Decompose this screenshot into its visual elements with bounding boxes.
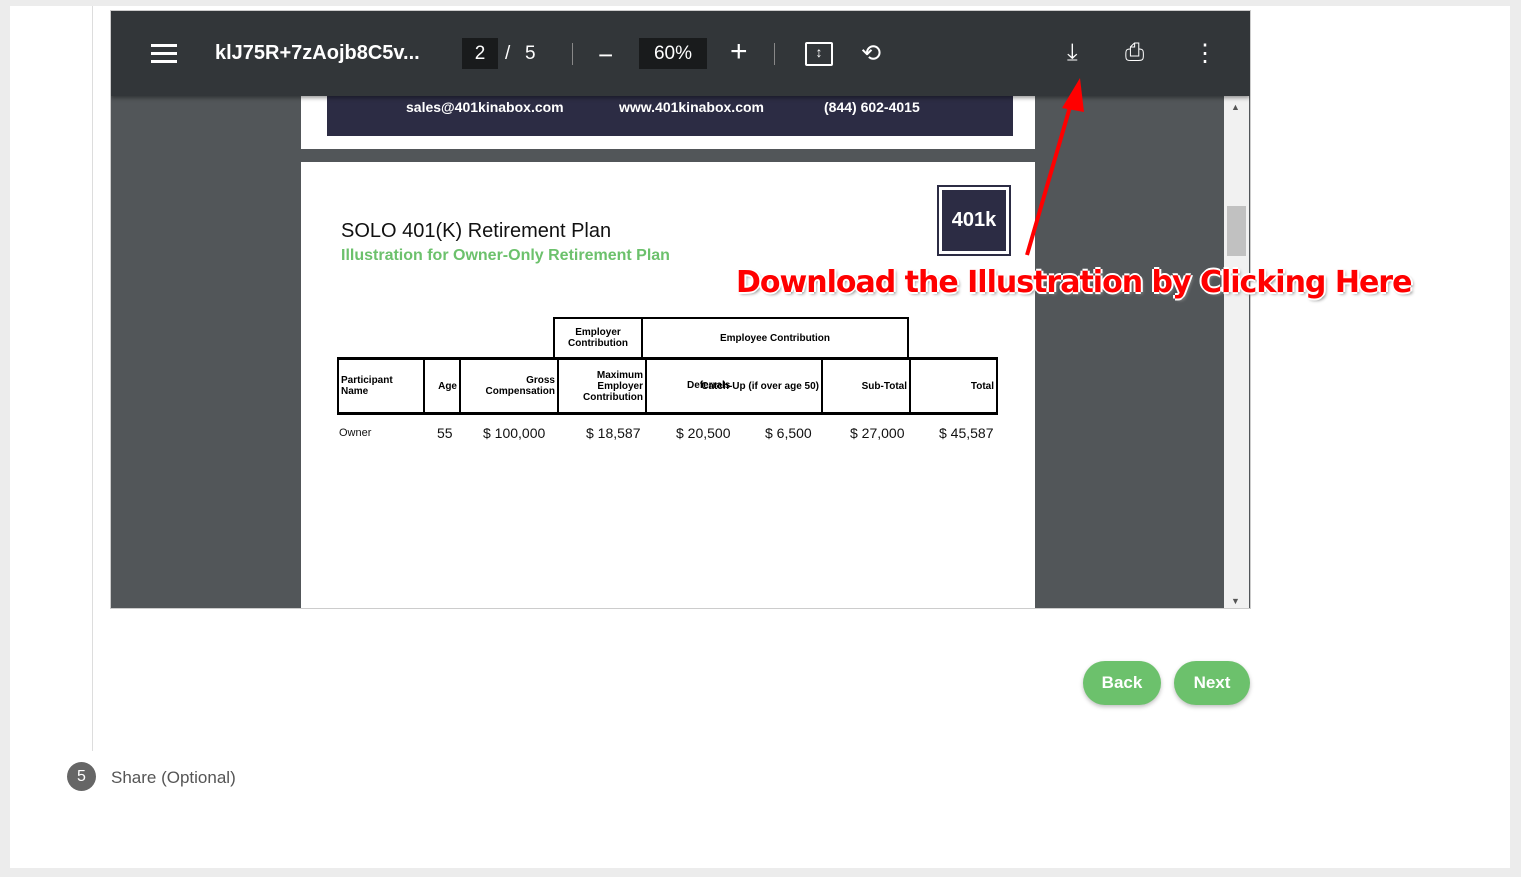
annotation-arrow [1025, 78, 1084, 256]
